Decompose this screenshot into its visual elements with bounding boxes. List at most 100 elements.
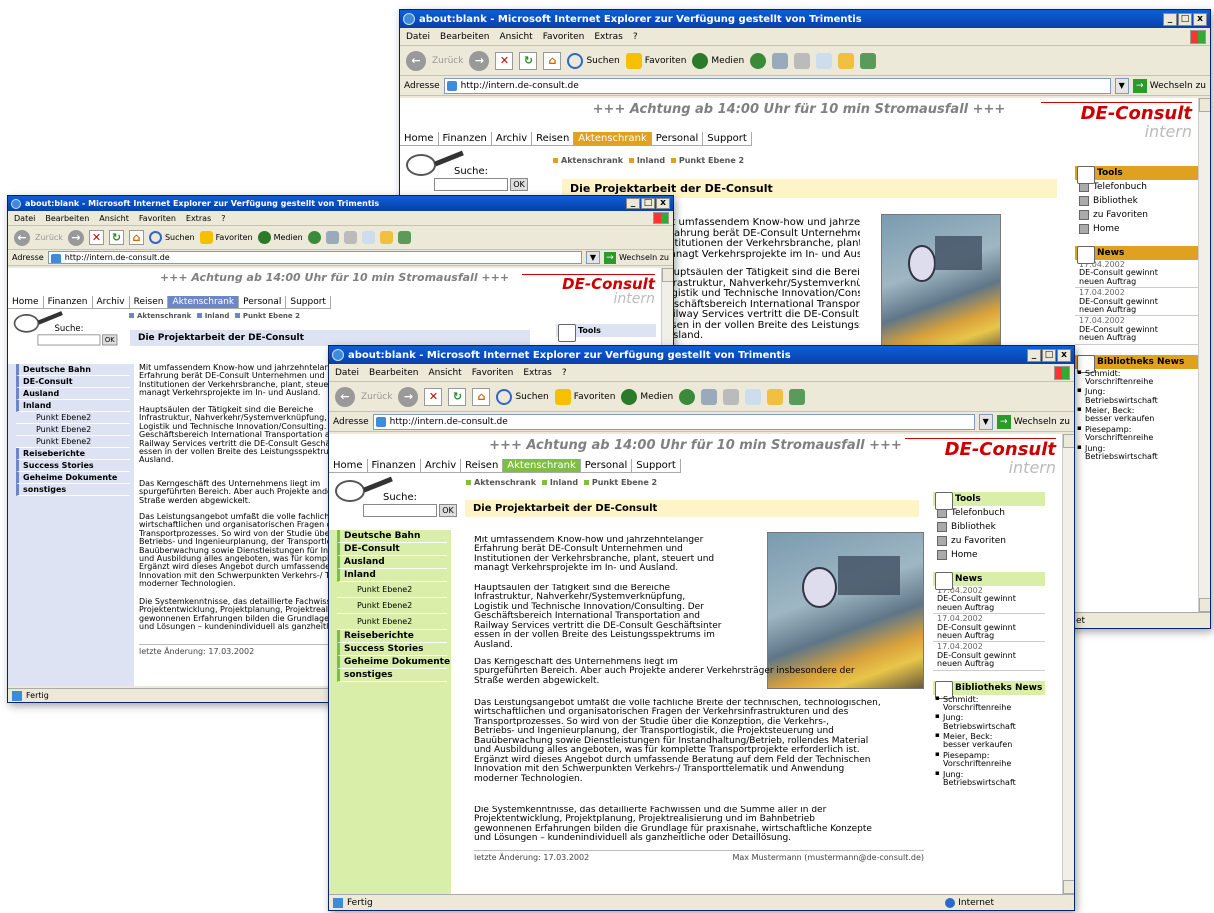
nav-support[interactable]: Support [632,459,681,472]
menu-favoriten[interactable]: Favoriten [139,214,176,223]
address-input[interactable]: http://intern.de-consult.de [372,413,975,430]
nav-personal[interactable]: Personal [239,296,287,308]
nav-archiv[interactable]: Archiv [492,132,533,145]
nav-aktenschrank[interactable]: Aktenschrank [168,296,240,308]
leftnav-item[interactable]: Ausland [337,556,447,569]
home-icon[interactable]: ⌂ [543,51,562,70]
library-item[interactable]: Piesepamp: Vorschriftenreihe [933,751,1045,770]
stop-icon[interactable]: ✕ [495,51,514,70]
mail-icon[interactable] [772,52,789,69]
print-icon[interactable] [794,52,811,69]
vertical-scrollbar[interactable] [1198,98,1210,612]
address-input[interactable]: http://intern.de-consult.de [47,251,582,264]
nav-finanzen[interactable]: Finanzen [368,459,421,472]
menu-help[interactable]: ? [562,368,567,378]
nav-reisen[interactable]: Reisen [130,296,169,308]
favorites-button[interactable]: Favoriten [199,231,253,244]
tool-home[interactable]: Home [933,548,1045,562]
close-button[interactable]: x [1057,348,1071,362]
nav-archiv[interactable]: Archiv [421,459,462,472]
leftnav-item[interactable]: Ausland [16,388,130,400]
nav-personal[interactable]: Personal [581,459,633,472]
tool-favoriten[interactable]: zu Favoriten [1075,208,1198,222]
go-button[interactable]: → Wechseln zu [603,251,669,264]
messenger-icon[interactable] [789,388,806,405]
breadcrumb-aktenschrank[interactable]: Aktenschrank [474,478,536,487]
folder-icon[interactable] [838,52,855,69]
nav-personal[interactable]: Personal [652,132,704,145]
menu-help[interactable]: ? [221,214,225,223]
history-icon[interactable] [679,388,696,405]
news-item[interactable]: 17.04.2002 DE-Consult gewinnt neuen Auftr… [933,642,1045,671]
leftnav-item[interactable]: sonstiges [16,484,130,496]
favorites-button[interactable]: Favoriten [625,52,686,69]
menu-datei[interactable]: Datei [335,368,359,378]
breadcrumb-punkt[interactable]: Punkt Ebene 2 [679,156,744,165]
news-item[interactable]: 17.04.2002 DE-Consult gewinnt neuen Auftr… [1075,260,1198,289]
close-button[interactable]: x [656,198,670,209]
address-input[interactable]: http://intern.de-consult.de [443,77,1111,94]
nav-archiv[interactable]: Archiv [93,296,130,308]
forward-arrow-icon[interactable]: → [67,229,84,246]
maximize-button[interactable]: □ [641,198,655,209]
breadcrumb-inland[interactable]: Inland [205,312,230,320]
minimize-button[interactable]: _ [1027,348,1041,362]
go-button[interactable]: → Wechseln zu [996,414,1070,429]
title-bar[interactable]: about:blank - Microsoft Internet Explore… [329,346,1074,364]
leftnav-subitem[interactable]: Punkt Ebene2 [16,412,130,424]
leftnav-subitem[interactable]: Punkt Ebene2 [16,436,130,448]
search-button[interactable]: Suchen [496,388,549,405]
news-item[interactable]: 17.04.2002 DE-Consult gewinnt neuen Auftr… [1075,316,1198,345]
leftnav-subitem[interactable]: Punkt Ebene2 [16,424,130,436]
back-arrow-icon[interactable]: ← [14,229,30,246]
back-button[interactable]: Zurück [432,56,463,66]
print-icon[interactable] [343,231,357,244]
leftnav-item[interactable]: Deutsche Bahn [337,530,447,543]
stop-icon[interactable]: ✕ [88,230,104,245]
library-item[interactable]: Meier, Beck: besser verkaufen [933,732,1045,751]
menu-datei[interactable]: Datei [14,214,35,223]
back-arrow-icon[interactable]: ← [335,386,355,407]
menu-ansicht[interactable]: Ansicht [499,32,532,42]
library-item[interactable]: Schmidt: Vorschriftenreihe [1075,369,1198,388]
nav-reisen[interactable]: Reisen [461,459,504,472]
leftnav-item[interactable]: Reiseberichte [337,630,447,643]
leftnav-subitem[interactable]: Punkt Ebene2 [337,598,447,614]
search-input[interactable] [434,178,508,191]
search-input[interactable] [37,334,101,346]
breadcrumb-inland[interactable]: Inland [550,478,578,487]
maximize-button[interactable]: □ [1178,12,1192,26]
forward-arrow-icon[interactable]: → [398,386,419,407]
media-button[interactable]: Medien [257,231,303,244]
tool-bibliothek[interactable]: Bibliothek [1075,194,1198,208]
nav-aktenschrank[interactable]: Aktenschrank [503,459,581,472]
breadcrumb-aktenschrank[interactable]: Aktenschrank [561,156,623,165]
messenger-icon[interactable] [860,52,877,69]
leftnav-subitem[interactable]: Punkt Ebene2 [337,582,447,598]
menu-help[interactable]: ? [633,32,638,42]
leftnav-item[interactable]: Success Stories [16,460,130,472]
menu-bearbeiten[interactable]: Bearbeiten [45,214,89,223]
print-icon[interactable] [723,388,740,405]
breadcrumb-punkt[interactable]: Punkt Ebene 2 [243,312,300,320]
address-dropdown[interactable]: ▼ [585,251,600,264]
tool-home[interactable]: Home [1075,222,1198,236]
folder-icon[interactable] [767,388,784,405]
library-item[interactable]: Piesepamp: Vorschriftenreihe [1075,425,1198,444]
search-button[interactable]: Suchen [567,52,620,69]
back-button[interactable]: Zurück [35,233,63,242]
menu-favoriten[interactable]: Favoriten [472,368,514,378]
media-button[interactable]: Medien [692,52,744,69]
edit-icon[interactable] [361,231,375,244]
vertical-scrollbar[interactable] [1062,434,1074,894]
nav-aktenschrank[interactable]: Aktenschrank [574,132,652,145]
tool-favoriten[interactable]: zu Favoriten [933,534,1045,548]
search-input[interactable] [363,504,437,517]
leftnav-item[interactable]: Geheime Dokumente [16,472,130,484]
back-arrow-icon[interactable]: ← [406,50,426,71]
stop-icon[interactable]: ✕ [424,387,443,406]
nav-home[interactable]: Home [8,296,44,308]
close-button[interactable]: x [1193,12,1207,26]
menu-datei[interactable]: Datei [406,32,430,42]
tool-bibliothek[interactable]: Bibliothek [933,520,1045,534]
